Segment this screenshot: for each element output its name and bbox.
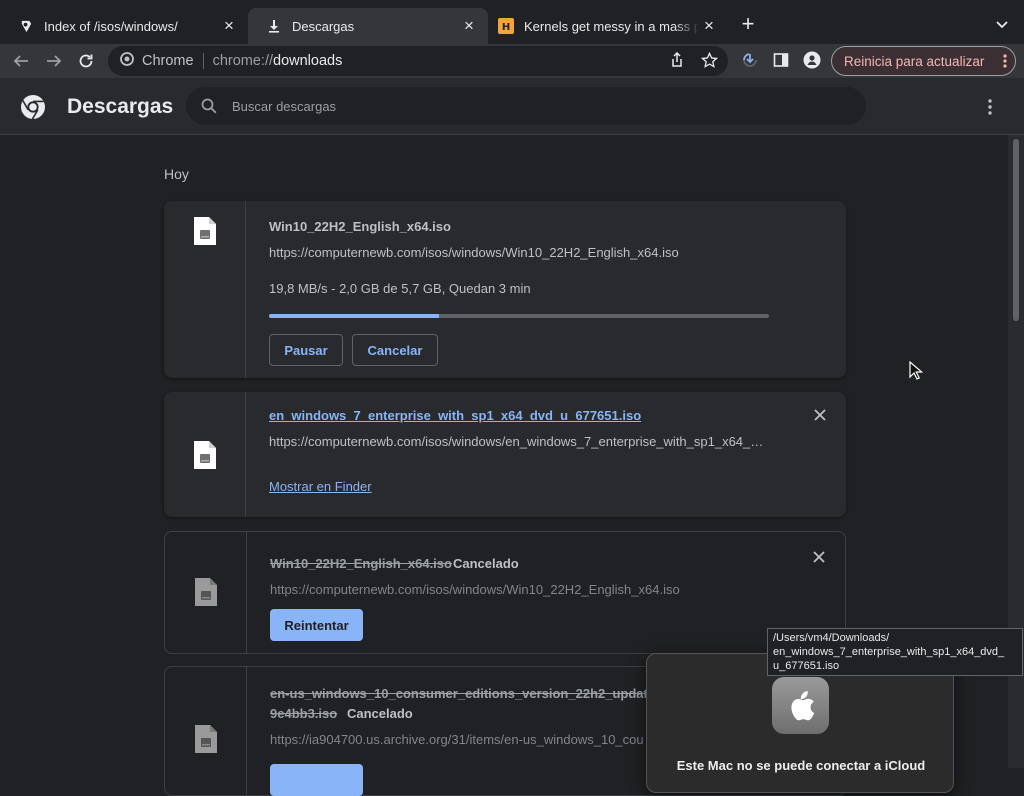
url-host: downloads: [273, 53, 343, 69]
tooltip-line: en_windows_7_enterprise_with_sp1_x64_dvd…: [773, 646, 1005, 658]
forward-icon[interactable]: [44, 51, 64, 71]
icon-column: [164, 201, 246, 378]
search-downloads-input[interactable]: Buscar descargas: [186, 87, 866, 125]
file-path-tooltip: /Users/vm4/Downloads/ en_windows_7_enter…: [767, 628, 1023, 676]
tab-kernels[interactable]: H Kernels get messy in a mass pe ×: [488, 8, 728, 44]
site-chip: Chrome: [142, 53, 194, 69]
file-name: Win10_22H2_English_x64.iso: [269, 219, 451, 234]
close-icon[interactable]: ×: [220, 16, 238, 35]
tooltip-line: u_677651.iso: [773, 660, 840, 672]
tab-label: Kernels get messy in a mass pe: [524, 18, 700, 34]
relaunch-update-button[interactable]: Reinicia para actualizar: [831, 46, 1016, 76]
retry-button[interactable]: [270, 764, 363, 796]
back-icon[interactable]: [11, 51, 31, 71]
more-vert-icon[interactable]: [980, 96, 1000, 118]
progress-bar: [269, 314, 769, 318]
close-icon[interactable]: [812, 407, 828, 423]
chrome-icon: [120, 52, 134, 70]
status-label: Cancelado: [347, 706, 413, 721]
url-scheme: chrome://: [212, 53, 274, 69]
tab-search-icon[interactable]: [992, 14, 1012, 34]
download-item: en_windows_7_enterprise_with_sp1_x64_dvd…: [164, 392, 846, 517]
chrome-logo-icon: [20, 94, 46, 120]
tab-descargas[interactable]: Descargas ×: [248, 8, 488, 44]
file-icon: [194, 217, 216, 245]
file-name: en-us_windows_10_consumer_editions_versi…: [270, 686, 682, 701]
icon-column: [164, 392, 246, 517]
icon-column: [165, 532, 247, 653]
downloads-header: Descargas Buscar descargas: [0, 78, 1024, 135]
notification-title: Este Mac no se puede conectar a iCloud: [676, 758, 926, 773]
side-panel-icon[interactable]: [772, 51, 790, 69]
search-placeholder: Buscar descargas: [232, 98, 337, 114]
toolbar: Chrome chrome:// downloads Reinicia para…: [0, 44, 1024, 78]
close-icon[interactable]: ×: [460, 16, 478, 35]
page-title: Descargas: [67, 95, 174, 118]
download-item: Win10_22H2_English_x64.iso https://compu…: [164, 201, 846, 378]
tab-label: Index of /isos/windows/: [44, 18, 178, 34]
scrollbar-thumb[interactable]: [1013, 139, 1019, 321]
divider: [202, 53, 204, 69]
status-label: Cancelado: [453, 556, 519, 571]
icon-column: [165, 667, 247, 795]
svg-text:H: H: [502, 22, 510, 33]
file-name: Win10_22H2_English_x64.iso: [270, 556, 452, 571]
progress-text: 19,8 MB/s - 2,0 GB de 5,7 GB, Quedan 3 m…: [269, 281, 531, 296]
more-vert-icon: [1003, 53, 1007, 72]
mouse-cursor-icon: [909, 361, 923, 380]
retry-button[interactable]: Reintentar: [270, 609, 363, 641]
close-icon[interactable]: ×: [700, 16, 718, 35]
file-icon: [195, 725, 217, 753]
bookmark-star-icon[interactable]: [700, 51, 718, 69]
date-heading: Hoy: [164, 166, 189, 182]
file-url: https://computernewb.com/isos/windows/Wi…: [269, 245, 679, 260]
file-name-continued: 9e4bb3.iso: [270, 706, 338, 721]
apple-logo-icon: [772, 677, 829, 734]
file-url: https://computernewb.com/isos/windows/Wi…: [270, 582, 680, 597]
search-icon: [200, 97, 218, 115]
tab-label: Descargas: [292, 18, 355, 34]
profile-icon[interactable]: [803, 51, 821, 69]
tab-strip: Index of /isos/windows/ × Descargas × H …: [0, 0, 1024, 44]
file-icon: [195, 578, 217, 606]
address-bar[interactable]: Chrome chrome:// downloads: [108, 46, 728, 76]
reload-icon[interactable]: [76, 51, 96, 71]
cancel-button[interactable]: Cancelar: [352, 334, 438, 366]
share-icon[interactable]: [668, 51, 686, 69]
tab-index-isos[interactable]: Index of /isos/windows/ ×: [0, 8, 248, 44]
new-tab-button[interactable]: +: [737, 13, 759, 36]
download-item: Win10_22H2_English_x64.iso Cancelado htt…: [164, 531, 846, 654]
download-progress-icon[interactable]: [741, 51, 759, 69]
computernewb-icon: [18, 18, 34, 34]
close-icon[interactable]: [811, 549, 827, 565]
file-icon: [194, 441, 216, 469]
progress-fill: [269, 314, 439, 318]
tooltip-line: /Users/vm4/Downloads/: [773, 632, 890, 644]
hackaday-icon: H: [498, 18, 514, 34]
relaunch-label: Reinicia para actualizar: [844, 53, 985, 69]
file-name-link[interactable]: en_windows_7_enterprise_with_sp1_x64_dvd…: [269, 408, 641, 423]
show-in-finder-link[interactable]: Mostrar en Finder: [269, 479, 372, 494]
file-url: https://computernewb.com/isos/windows/en…: [269, 434, 764, 449]
download-icon: [266, 18, 282, 34]
pause-button[interactable]: Pausar: [269, 334, 343, 366]
